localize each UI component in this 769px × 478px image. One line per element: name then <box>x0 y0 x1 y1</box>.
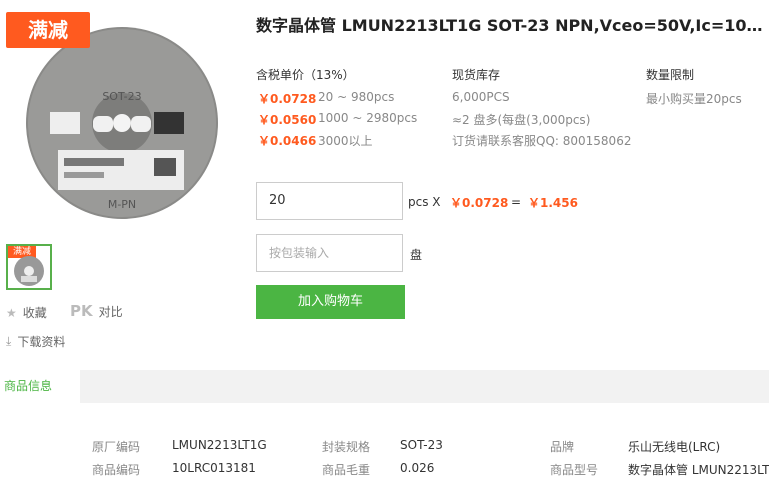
price-tier-3: ￥0.0466 <box>258 134 317 148</box>
download-link[interactable]: ⤓ 下载资料 <box>6 333 65 350</box>
limit-header: 数量限制 <box>646 68 695 82</box>
quantity-input[interactable]: 20 <box>256 182 403 220</box>
price-tier-2-range: 1000 ~ 2980pcs <box>318 111 418 125</box>
stock-contact: 订货请联系客服QQ: 800158062 <box>452 134 632 148</box>
limit-min: 最小购买量20pcs <box>646 92 742 106</box>
qty-unit: pcs X <box>408 195 441 209</box>
favorite-link[interactable]: ★ 收藏 <box>6 304 47 321</box>
price-tier-1: ￥0.0728 <box>258 92 317 106</box>
spec-label: 原厂编码 <box>92 440 141 454</box>
stock-header: 现货库存 <box>452 68 501 82</box>
price-header: 含税单价（13%） <box>256 68 355 82</box>
spec-label: 品牌 <box>550 440 575 454</box>
spec-label: 商品毛重 <box>322 463 371 477</box>
spec-value: SOT-23 <box>400 438 443 452</box>
package-unit: 盘 <box>410 248 423 262</box>
spec-value: 乐山无线电(LRC) <box>628 440 721 454</box>
thumbnail-reel-icon <box>14 256 44 286</box>
stock-reels: ≈2 盘多(每盘(3,000pcs) <box>452 113 591 127</box>
download-icon: ⤓ <box>6 334 12 348</box>
pk-icon: PK <box>70 302 93 320</box>
stock-qty: 6,000PCS <box>452 90 510 104</box>
equals-sign: = <box>511 195 522 209</box>
product-thumbnail[interactable]: 满减 <box>6 244 52 290</box>
price-tier-1-range: 20 ~ 980pcs <box>318 90 395 104</box>
spec-value: 0.026 <box>400 461 435 475</box>
order-unit-price: ￥0.0728 <box>450 196 509 210</box>
spec-value: 数字晶体管 LMUN2213LT... <box>628 463 769 477</box>
favorite-label: 收藏 <box>22 306 47 320</box>
reel-label-top: SOT-23 <box>102 90 141 103</box>
spec-label: 封装规格 <box>322 440 371 454</box>
compare-label: 对比 <box>98 304 123 319</box>
spec-label: 商品型号 <box>550 463 599 477</box>
detail-tabbar <box>0 370 769 403</box>
promo-badge: 满减 <box>6 12 90 48</box>
spec-label: 商品编码 <box>92 463 141 477</box>
star-icon: ★ <box>6 305 17 320</box>
price-tier-3-range: 3000以上 <box>318 134 373 148</box>
reel-label-bottom: M-PN <box>108 198 136 211</box>
compare-link[interactable]: PK 对比 <box>70 302 123 320</box>
order-total: ￥1.456 <box>528 196 578 210</box>
tab-product-info[interactable]: 商品信息 <box>0 370 80 403</box>
spec-value: 10LRC013181 <box>172 461 256 475</box>
package-input[interactable]: 按包装输入 <box>256 234 403 272</box>
spec-value: LMUN2213LT1G <box>172 438 267 452</box>
download-label: 下载资料 <box>17 335 66 349</box>
price-tier-2: ￥0.0560 <box>258 113 317 127</box>
add-to-cart-button[interactable]: 加入购物车 <box>256 285 405 319</box>
product-title: 数字晶体管 LMUN2213LT1G SOT-23 NPN,Vceo=50V,I… <box>256 16 768 35</box>
